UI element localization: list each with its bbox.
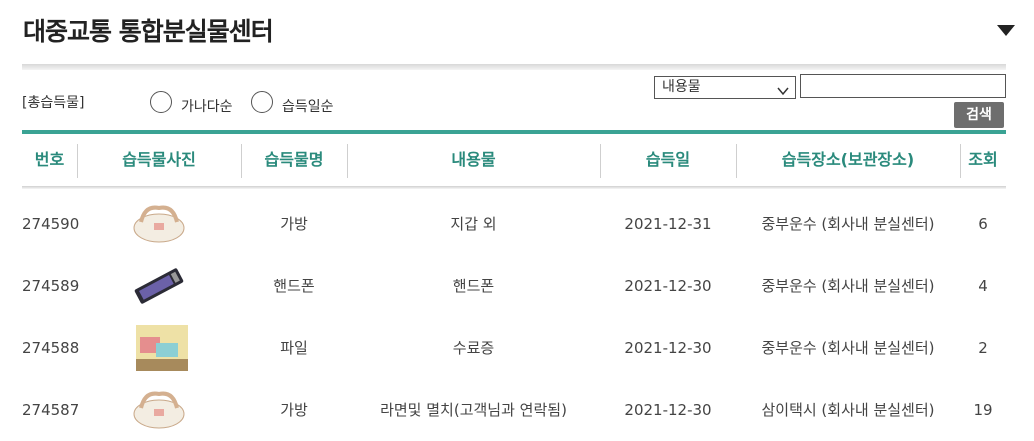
cell-item-name[interactable]: 핸드폰	[241, 255, 347, 317]
column-header-date: 습득일	[645, 150, 691, 169]
cell-place: 중부운수 (회사내 분실센터)	[761, 277, 935, 295]
cell-views: 2	[978, 339, 988, 357]
cell-number: 274587	[22, 401, 80, 419]
cell-place: 중부운수 (회사내 분실센터)	[761, 339, 935, 357]
category-select[interactable]: 내용물	[654, 76, 796, 99]
cell-contents: 라면및 멸치(고객님과 연락됨)	[380, 401, 567, 419]
sort-radio-alphabetical[interactable]: 가나다순	[150, 88, 233, 116]
radio-circle-icon[interactable]	[251, 91, 273, 113]
table-header: 번호 습득물사진 습득물명 내용물 습득일 습득장소(보관장소) 조회	[22, 134, 1006, 186]
cell-item-name[interactable]: 파일	[241, 317, 347, 379]
column-header-contents: 내용물	[451, 150, 496, 169]
cell-date: 2021-12-31	[624, 215, 712, 233]
cell-contents: 핸드폰	[452, 277, 495, 295]
app-header: 대중교통 통합분실물센터	[0, 0, 1034, 64]
cell-item-name[interactable]: 가방	[241, 193, 347, 255]
table-row[interactable]: 274587 가방 라면및 멸치(고객님과 연락됨) 2021-12-30 삼이택시 (…	[22, 379, 1006, 441]
column-header-photo: 습득물사진	[122, 150, 196, 169]
cell-views: 19	[973, 401, 993, 419]
phone-photo[interactable]	[129, 261, 189, 311]
header-shadow	[22, 64, 1006, 70]
file-photo[interactable]	[132, 323, 192, 373]
cell-item-name[interactable]: 가방	[241, 379, 347, 441]
column-header-views: 조회	[968, 150, 998, 169]
category-select-value: 내용물	[662, 79, 701, 95]
cell-contents: 지갑 외	[450, 215, 497, 233]
chevron-down-icon	[777, 82, 789, 96]
cell-number: 274589	[22, 277, 80, 295]
search-button[interactable]: 검색	[954, 102, 1004, 128]
table-row[interactable]: 274590 가방 지갑 외 2021-12-31 중부운수 (회사내 분실센터) 6	[22, 193, 1006, 255]
cell-place: 중부운수 (회사내 분실센터)	[761, 215, 935, 233]
sort-label: [총습득물]	[22, 95, 85, 111]
sort-option-label: 습득일순	[282, 99, 334, 115]
cell-date: 2021-12-30	[624, 277, 712, 295]
cell-date: 2021-12-30	[624, 339, 712, 357]
page-title: 대중교통 통합분실물센터	[23, 17, 274, 46]
cell-contents: 수료증	[452, 339, 495, 357]
triangle-down-icon[interactable]	[996, 22, 1016, 36]
radio-circle-icon[interactable]	[150, 91, 172, 113]
search-input[interactable]	[800, 74, 1006, 98]
table-row[interactable]: 274589 핸드폰 핸드폰 2021-12-30 중부운수 (회사내 분실센터) 4	[22, 255, 1006, 317]
table-header-border	[22, 186, 1006, 189]
cell-date: 2021-12-30	[624, 401, 712, 419]
column-header-number: 번호	[34, 150, 65, 169]
column-header-name: 습득물명	[264, 150, 324, 169]
cell-views: 6	[978, 215, 988, 233]
cell-number: 274590	[22, 215, 80, 233]
cell-views: 4	[978, 277, 988, 295]
cell-number: 274588	[22, 339, 80, 357]
bag-photo[interactable]	[129, 199, 189, 249]
sort-radio-date[interactable]: 습득일순	[251, 88, 334, 116]
cell-place: 삼이택시 (회사내 분실센터)	[761, 401, 935, 419]
column-header-place: 습득장소(보관장소)	[781, 150, 915, 169]
sort-option-label: 가나다순	[181, 99, 233, 115]
table-row[interactable]: 274588 파일 수료증 2021-12-30 중부운수 (회사내 분실센터) 2	[22, 317, 1006, 379]
